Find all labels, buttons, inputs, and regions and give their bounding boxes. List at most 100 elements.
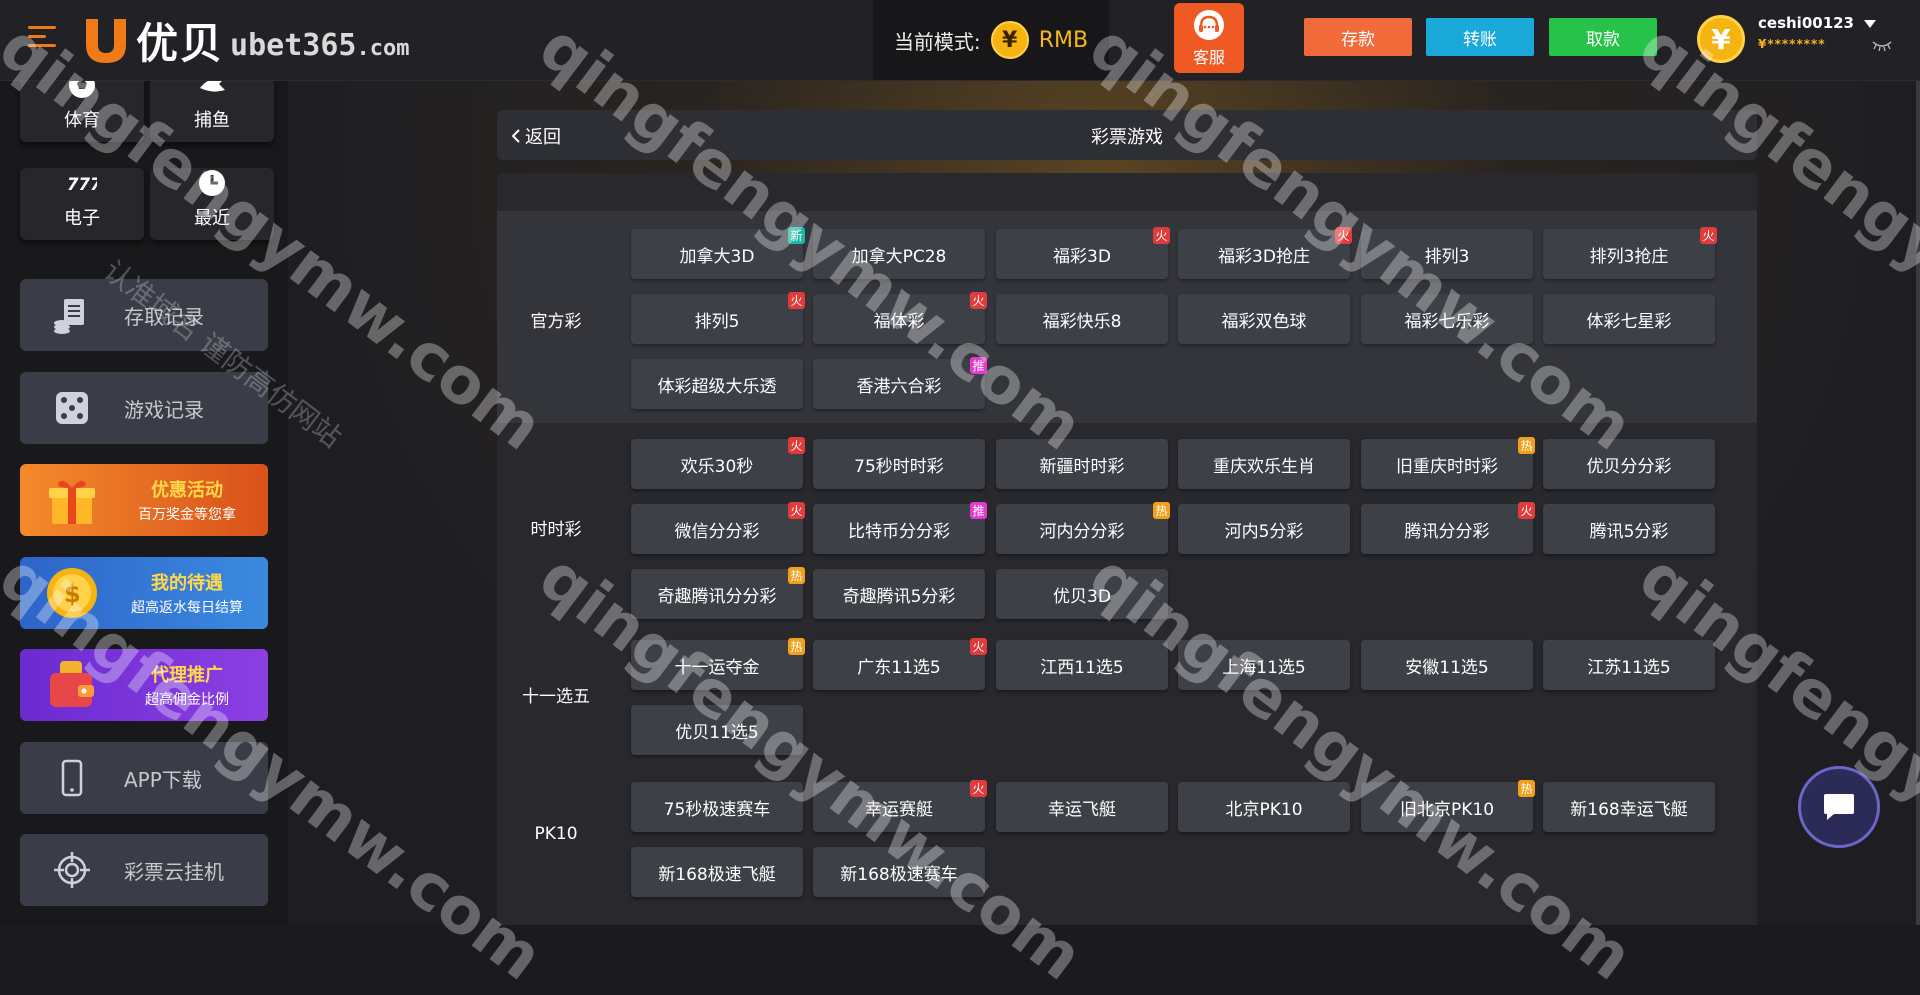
game-label: 福彩快乐8 — [1042, 311, 1122, 332]
logo[interactable]: 优贝 ubet365.com — [82, 10, 409, 70]
game-button[interactable]: 75秒极速赛车 — [631, 782, 803, 832]
game-button[interactable]: 福彩3D抢庄 火 — [1178, 227, 1352, 279]
game-label: 75秒极速赛车 — [663, 799, 771, 820]
game-button[interactable]: 75秒时时彩 — [813, 439, 985, 489]
game-button[interactable]: 排列3抢庄 火 — [1543, 227, 1717, 279]
slot-777-icon: 777 — [67, 175, 97, 194]
game-button[interactable]: 腾讯分分彩 火 — [1361, 502, 1535, 554]
game-label: 优贝分分彩 — [1586, 456, 1672, 477]
game-button[interactable]: 新168极速赛车 — [813, 847, 985, 897]
headset-icon — [1194, 10, 1224, 40]
game-button[interactable]: 福彩七乐彩 — [1361, 294, 1533, 344]
game-button[interactable]: 旧重庆时时彩 热 — [1361, 437, 1535, 489]
gift-box-icon — [49, 480, 95, 524]
game-button[interactable]: 幸运赛艇 火 — [813, 780, 987, 832]
game-button[interactable]: 比特币分分彩 推 — [813, 502, 987, 554]
sidebar-item-game-records[interactable]: 游戏记录 — [20, 372, 268, 444]
game-button[interactable]: 排列3 — [1361, 229, 1533, 279]
mode-label: 当前模式: — [893, 29, 981, 54]
yuan-coin-icon: ¥ — [990, 21, 1029, 59]
game-label: 河内5分彩 — [1224, 521, 1304, 542]
promo-agent-text: 代理推广 超高佣金比例 — [120, 661, 268, 709]
fire-badge: 火 — [970, 638, 987, 655]
game-label: 新168极速飞艇 — [658, 864, 776, 885]
chat-button[interactable] — [1798, 766, 1880, 848]
customer-service-button[interactable]: 客服 — [1174, 3, 1244, 73]
game-button[interactable]: 腾讯5分彩 — [1543, 504, 1715, 554]
promo-agent-banner[interactable]: 代理推广 超高佣金比例 — [20, 649, 268, 721]
fish-label: 捕鱼 — [194, 110, 230, 131]
game-button[interactable]: 重庆欢乐生肖 — [1178, 439, 1350, 489]
promo-activity-banner[interactable]: 优惠活动 百万奖金等您拿 — [20, 464, 268, 536]
game-label: 重庆欢乐生肖 — [1213, 456, 1315, 477]
transfer-button[interactable]: 转账 — [1426, 18, 1534, 56]
game-button[interactable]: 优贝分分彩 — [1543, 439, 1715, 489]
game-button[interactable]: 优贝11选5 — [631, 705, 803, 755]
new-badge: 新 — [788, 227, 805, 244]
sidebar-item-slot[interactable]: 777 电子 — [20, 168, 144, 240]
game-button[interactable]: 安徽11选5 — [1361, 640, 1533, 690]
game-button[interactable]: 旧北京PK10 热 — [1361, 780, 1535, 832]
game-button[interactable]: 江苏11选5 — [1543, 640, 1715, 690]
game-label: 江西11选5 — [1040, 657, 1124, 678]
deposit-button[interactable]: 存款 — [1304, 18, 1412, 56]
game-button[interactable]: 新168幸运飞艇 — [1543, 782, 1715, 832]
game-button[interactable]: 奇趣腾讯5分彩 — [813, 569, 985, 619]
game-button[interactable]: 广东11选5 火 — [813, 638, 987, 690]
game-button[interactable]: 新疆时时彩 — [996, 439, 1168, 489]
game-label: 福彩七乐彩 — [1404, 311, 1490, 332]
game-button[interactable]: 加拿大PC28 — [813, 229, 985, 279]
sidebar-item-transaction-records[interactable]: 存取记录 — [20, 279, 268, 351]
fire-badge: 火 — [1518, 502, 1535, 519]
username: ceshi00123 — [1758, 14, 1854, 32]
section-label: 十一选五 — [522, 687, 590, 707]
game-label: 河内分分彩 — [1039, 521, 1125, 542]
avatar[interactable]: ¥ — [1697, 15, 1745, 63]
game-label: 腾讯5分彩 — [1589, 521, 1669, 542]
scrollbar[interactable] — [1916, 80, 1920, 925]
game-button[interactable]: 福体彩 火 — [813, 292, 987, 344]
game-button[interactable]: 福彩快乐8 — [996, 294, 1168, 344]
sidebar-item-app-download[interactable]: APP下载 — [20, 742, 268, 814]
game-button[interactable]: 上海11选5 — [1178, 640, 1350, 690]
service-label: 客服 — [1192, 48, 1225, 67]
promo-vip-banner[interactable]: $ 我的待遇 超高返水每日结算 — [20, 557, 268, 629]
user-menu[interactable]: ceshi00123 — [1758, 14, 1876, 32]
game-button[interactable]: 北京PK10 — [1178, 782, 1350, 832]
recent-label: 最近 — [194, 208, 230, 229]
game-button[interactable]: 微信分分彩 火 — [631, 502, 805, 554]
game-button[interactable]: 香港六合彩 推 — [813, 357, 987, 409]
game-button[interactable]: 优贝3D — [996, 569, 1168, 619]
sidebar-item-recent[interactable]: 最近 — [150, 168, 274, 240]
game-button[interactable]: 体彩超级大乐透 — [631, 359, 803, 409]
game-button[interactable]: 加拿大3D 新 — [631, 227, 805, 279]
game-button[interactable]: 幸运飞艇 — [996, 782, 1168, 832]
game-button[interactable]: 河内5分彩 — [1178, 504, 1350, 554]
sidebar-item-lottery-cloud[interactable]: 彩票云挂机 — [20, 834, 268, 906]
game-button[interactable]: 欢乐30秒 火 — [631, 437, 805, 489]
game-label: 体彩超级大乐透 — [657, 376, 777, 397]
game-button[interactable]: 排列5 火 — [631, 292, 805, 344]
eye-closed-icon[interactable] — [1872, 40, 1892, 52]
fire-badge: 火 — [788, 502, 805, 519]
game-button[interactable]: 河内分分彩 热 — [996, 502, 1170, 554]
game-button[interactable]: 奇趣腾讯分分彩热 — [631, 567, 805, 619]
sidebar: 体育 捕鱼 777 电子 最近 存取记录 游戏记录 — [0, 70, 288, 925]
page-header: 返回 彩票游戏 — [497, 110, 1757, 160]
game-button[interactable]: 十一运夺金 热 — [631, 638, 805, 690]
menu-icon[interactable] — [28, 26, 56, 48]
game-button[interactable]: 江西11选5 — [996, 640, 1168, 690]
withdraw-button[interactable]: 取款 — [1549, 18, 1657, 56]
game-label: 75秒时时彩 — [854, 456, 944, 477]
game-label: 福彩3D抢庄 — [1218, 246, 1310, 267]
chat-bubble-icon — [1824, 794, 1854, 820]
game-label: 广东11选5 — [857, 657, 941, 678]
game-button[interactable]: 福彩3D 火 — [996, 227, 1170, 279]
clock-icon — [199, 170, 225, 196]
section-label: PK10 — [534, 824, 578, 844]
promo-agent-title: 代理推广 — [151, 665, 223, 686]
game-button[interactable]: 福彩双色球 — [1178, 294, 1350, 344]
game-button[interactable]: 新168极速飞艇 — [631, 847, 803, 897]
game-button[interactable]: 体彩七星彩 — [1543, 294, 1715, 344]
section-label: 时时彩 — [530, 520, 582, 540]
